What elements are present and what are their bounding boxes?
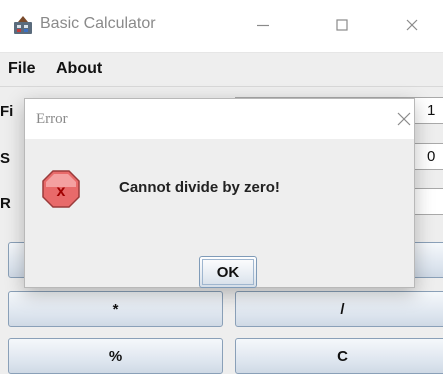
- multiply-button[interactable]: *: [8, 291, 223, 327]
- dialog-titlebar: Error: [25, 99, 414, 139]
- window-title: Basic Calculator: [40, 15, 156, 32]
- error-dialog: Error x Cannot divide by zero! OK: [24, 98, 415, 288]
- maximize-icon: [336, 19, 348, 31]
- svg-text:x: x: [57, 183, 66, 200]
- error-message: Cannot divide by zero!: [119, 179, 280, 196]
- dialog-title: Error: [36, 111, 68, 127]
- dialog-close-button[interactable]: [391, 105, 417, 133]
- minimize-icon: [257, 24, 269, 27]
- close-icon: [397, 112, 411, 126]
- result-label: R: [0, 195, 11, 212]
- error-icon: x: [42, 170, 80, 208]
- close-icon: [406, 19, 418, 31]
- maximize-button[interactable]: [322, 10, 362, 40]
- ok-button[interactable]: OK: [199, 256, 257, 288]
- menu-file[interactable]: File: [8, 60, 36, 78]
- first-number-value: 1: [427, 102, 436, 119]
- second-number-label: S: [0, 150, 11, 167]
- first-number-label: Fi: [0, 103, 14, 120]
- second-number-value: 0: [427, 148, 436, 165]
- menu-bar: File About: [0, 53, 443, 87]
- divide-button[interactable]: /: [235, 291, 443, 327]
- clear-button[interactable]: C: [235, 338, 443, 374]
- minimize-button[interactable]: [243, 10, 283, 40]
- calculator-app-icon: [14, 16, 32, 34]
- menu-about[interactable]: About: [56, 60, 102, 78]
- modulo-button[interactable]: %: [8, 338, 223, 374]
- window-titlebar: Basic Calculator: [0, 0, 443, 53]
- window-close-button[interactable]: [392, 10, 432, 40]
